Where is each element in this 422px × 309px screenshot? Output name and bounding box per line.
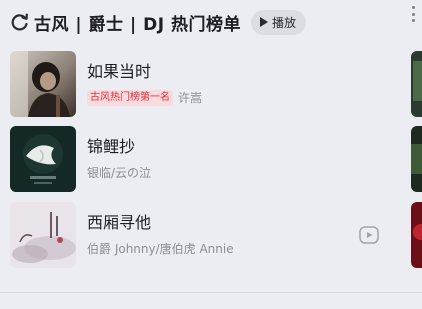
song-artist: 伯爵 Johnny/唐伯虎 Annie (87, 242, 234, 256)
next-card-cover-2[interactable] (411, 126, 422, 192)
play-all-label: 播放 (271, 15, 296, 30)
album-cover-2 (10, 126, 76, 192)
song-artist: 银临/云の泣 (87, 166, 152, 180)
song-info-3: 西厢寻他 伯爵 Johnny/唐伯虎 Annie (87, 213, 234, 257)
song-title: 西厢寻他 (87, 213, 152, 232)
song-info-1: 如果当时 古风热门榜第一名 许嵩 (87, 62, 202, 106)
song-title: 如果当时 (87, 62, 152, 81)
play-icon (259, 17, 268, 27)
song-row-2[interactable]: 锦鲤抄 银临/云の泣 (10, 126, 390, 192)
refresh-icon[interactable] (10, 12, 30, 32)
album-cover-1 (10, 51, 76, 117)
song-meta: 银临/云の泣 (87, 164, 151, 181)
album-cover-3 (10, 202, 76, 268)
divider (0, 292, 422, 293)
song-meta: 伯爵 Johnny/唐伯虎 Annie (87, 240, 234, 257)
next-card-cover-3[interactable] (411, 202, 422, 268)
play-all-button[interactable]: 播放 (250, 9, 306, 35)
more-options-icon[interactable] (410, 6, 416, 22)
song-row-3[interactable]: 西厢寻他 伯爵 Johnny/唐伯虎 Annie (10, 202, 390, 268)
song-row-1[interactable]: 如果当时 古风热门榜第一名 许嵩 (10, 51, 390, 117)
next-card-cover-1[interactable] (411, 51, 422, 117)
page-title[interactable]: 古风 | 爵士 | DJ 热门榜单 (34, 10, 241, 35)
play-video-icon[interactable] (358, 224, 380, 246)
song-artist: 许嵩 (178, 91, 203, 105)
rank-badge: 古风热门榜第一名 (87, 89, 173, 106)
card-header: 古风 | 爵士 | DJ 热门榜单 播放 (10, 8, 412, 36)
song-title: 锦鲤抄 (87, 137, 136, 156)
song-meta: 古风热门榜第一名 许嵩 (87, 89, 202, 106)
playlist-card: 古风 | 爵士 | DJ 热门榜单 播放 如果当时 古风热门榜第一名 许嵩 锦鲤… (0, 0, 422, 309)
song-info-2: 锦鲤抄 银临/云の泣 (87, 137, 151, 181)
